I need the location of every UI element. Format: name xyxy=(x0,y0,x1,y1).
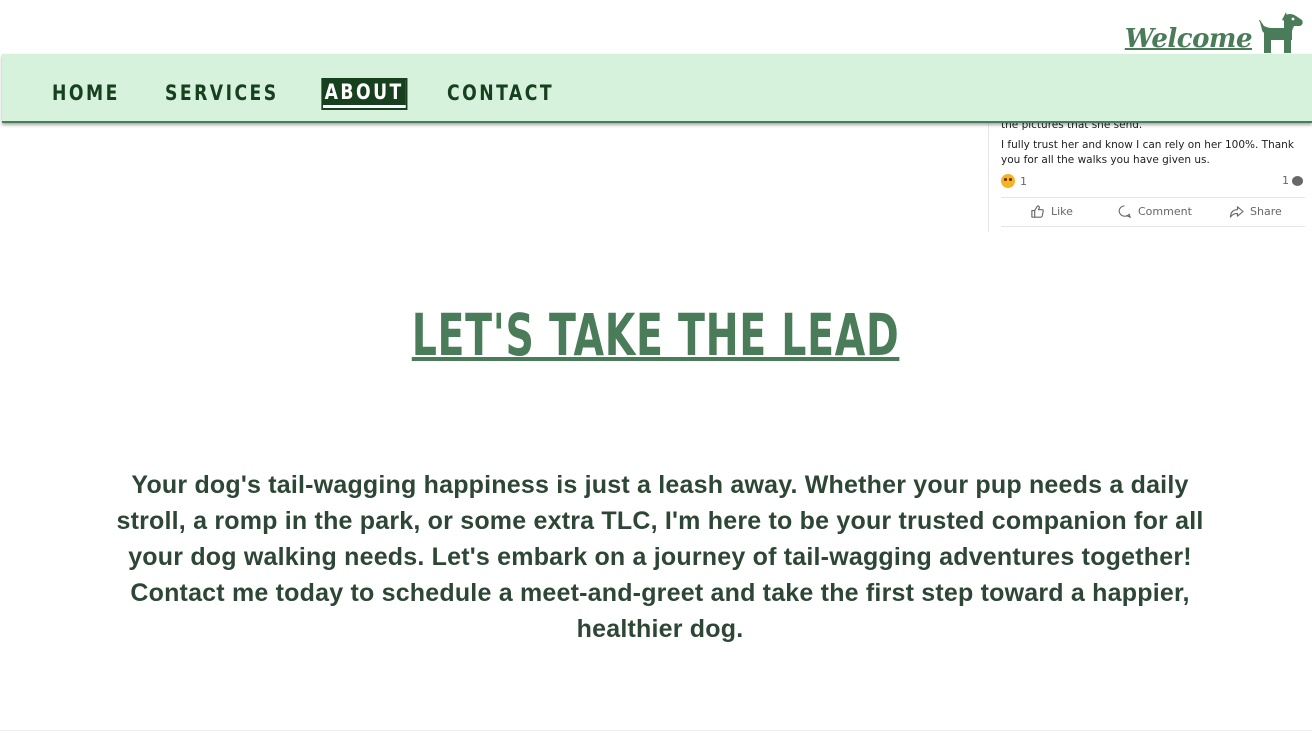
reaction-summary[interactable]: 1 xyxy=(1001,174,1027,188)
comment-icon xyxy=(1118,205,1132,219)
share-label: Share xyxy=(1250,205,1282,218)
welcome-text[interactable]: Welcome xyxy=(1125,24,1253,54)
page: Welcome HOME SERVICES ABOUT CONTACT the … xyxy=(0,0,1312,733)
share-button[interactable]: Share xyxy=(1229,204,1282,219)
like-button[interactable]: Like xyxy=(1030,204,1073,219)
comment-count: 1 xyxy=(1282,174,1289,187)
page-title: LET'S TAKE THE LEAD xyxy=(412,301,900,369)
headline-container: LET'S TAKE THE LEAD xyxy=(0,302,1312,368)
like-label: Like xyxy=(1051,205,1073,218)
comment-label: Comment xyxy=(1138,205,1192,218)
comment-button[interactable]: Comment xyxy=(1117,204,1192,219)
love-reaction-icon xyxy=(1001,174,1015,188)
review-body: I fully trust her and know I can rely on… xyxy=(1001,139,1294,166)
dog-icon xyxy=(1259,12,1303,53)
nav-item-contact[interactable]: CONTACT xyxy=(447,80,554,106)
comment-summary[interactable]: 1 xyxy=(1282,174,1303,187)
bottom-divider xyxy=(0,730,1312,731)
share-icon xyxy=(1229,206,1244,218)
main-nav: HOME SERVICES ABOUT CONTACT xyxy=(2,54,1312,123)
nav-item-services[interactable]: SERVICES xyxy=(165,80,279,106)
welcome-logo[interactable]: Welcome xyxy=(1125,10,1304,54)
review-actions: Like Comment Share xyxy=(1001,197,1305,227)
thumbs-up-icon xyxy=(1031,205,1044,218)
comment-bubble-icon xyxy=(1292,175,1303,186)
nav-item-about[interactable]: ABOUT xyxy=(321,78,408,110)
reaction-count: 1 xyxy=(1020,174,1027,188)
review-card: the pictures that she send. I fully trus… xyxy=(988,118,1312,232)
intro-paragraph: Your dog's tail-wagging happiness is jus… xyxy=(116,471,1204,643)
nav-item-home[interactable]: HOME xyxy=(52,80,120,106)
